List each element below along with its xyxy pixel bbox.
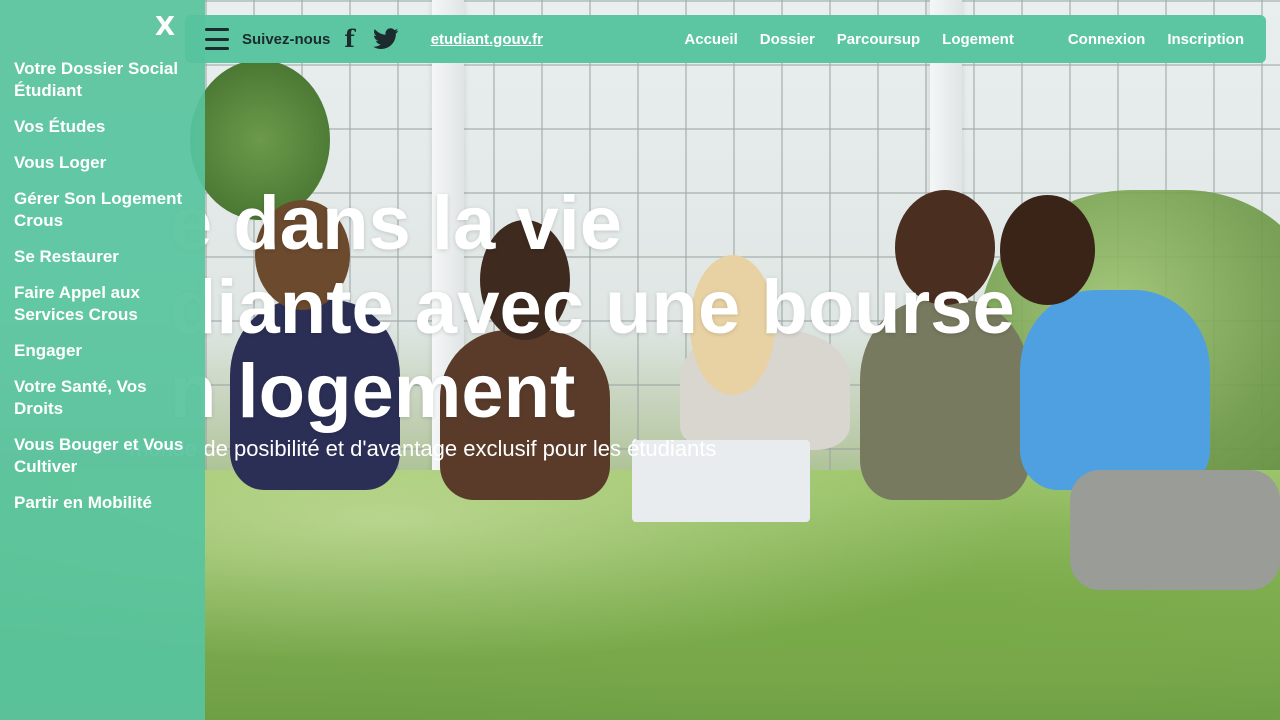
- drawer-item-loger[interactable]: Vous Loger: [14, 152, 197, 174]
- signup-link[interactable]: Inscription: [1167, 31, 1244, 48]
- drawer-item-mobilite[interactable]: Partir en Mobilité: [14, 492, 197, 514]
- hero-subtitle: monde de posibilité et d'avantage exclus…: [130, 436, 717, 461]
- nav-dossier[interactable]: Dossier: [760, 31, 815, 48]
- side-drawer: X Votre Dossier Social Étudiant Vos Étud…: [0, 0, 205, 720]
- hero-title-line: e dans la vie: [170, 181, 623, 266]
- nav-parcoursup[interactable]: Parcoursup: [837, 31, 920, 48]
- drawer-item-engager[interactable]: Engager: [14, 340, 197, 362]
- drawer-item-dossier-social[interactable]: Votre Dossier Social Étudiant: [14, 58, 197, 102]
- hero-title-line: n logement: [170, 349, 576, 434]
- follow-us-label: Suivez-nous: [242, 30, 331, 48]
- nav-logement[interactable]: Logement: [942, 31, 1014, 48]
- auth-nav: Connexion Inscription: [1068, 31, 1244, 48]
- nav-accueil[interactable]: Accueil: [684, 31, 737, 48]
- drawer-item-services-crous[interactable]: Faire Appel aux Services Crous: [14, 282, 197, 326]
- twitter-icon[interactable]: [372, 28, 399, 50]
- drawer-item-etudes[interactable]: Vos Études: [14, 116, 197, 138]
- facebook-icon[interactable]: f: [344, 27, 354, 51]
- close-drawer-button[interactable]: X: [155, 12, 175, 42]
- drawer-item-restaurer[interactable]: Se Restaurer: [14, 246, 197, 268]
- drawer-menu: Votre Dossier Social Étudiant Vos Études…: [14, 58, 197, 514]
- site-link[interactable]: etudiant.gouv.fr: [431, 31, 543, 48]
- hamburger-menu-icon[interactable]: [205, 28, 229, 50]
- main-nav: Accueil Dossier Parcoursup Logement: [684, 31, 1013, 48]
- hero-title-line: diante avec une bourse: [170, 265, 1015, 350]
- drawer-item-bouger-cultiver[interactable]: Vous Bouger et Vous Cultiver: [14, 434, 197, 478]
- login-link[interactable]: Connexion: [1068, 31, 1146, 48]
- hero-title: e dans la vie diante avec une bourse n l…: [70, 182, 1070, 434]
- top-navigation-bar: Suivez-nous f etudiant.gouv.fr Accueil D…: [185, 15, 1266, 63]
- drawer-item-sante[interactable]: Votre Santé, Vos Droits: [14, 376, 197, 420]
- student: [1070, 470, 1280, 590]
- drawer-item-gerer-logement[interactable]: Gérer Son Logement Crous: [14, 188, 197, 232]
